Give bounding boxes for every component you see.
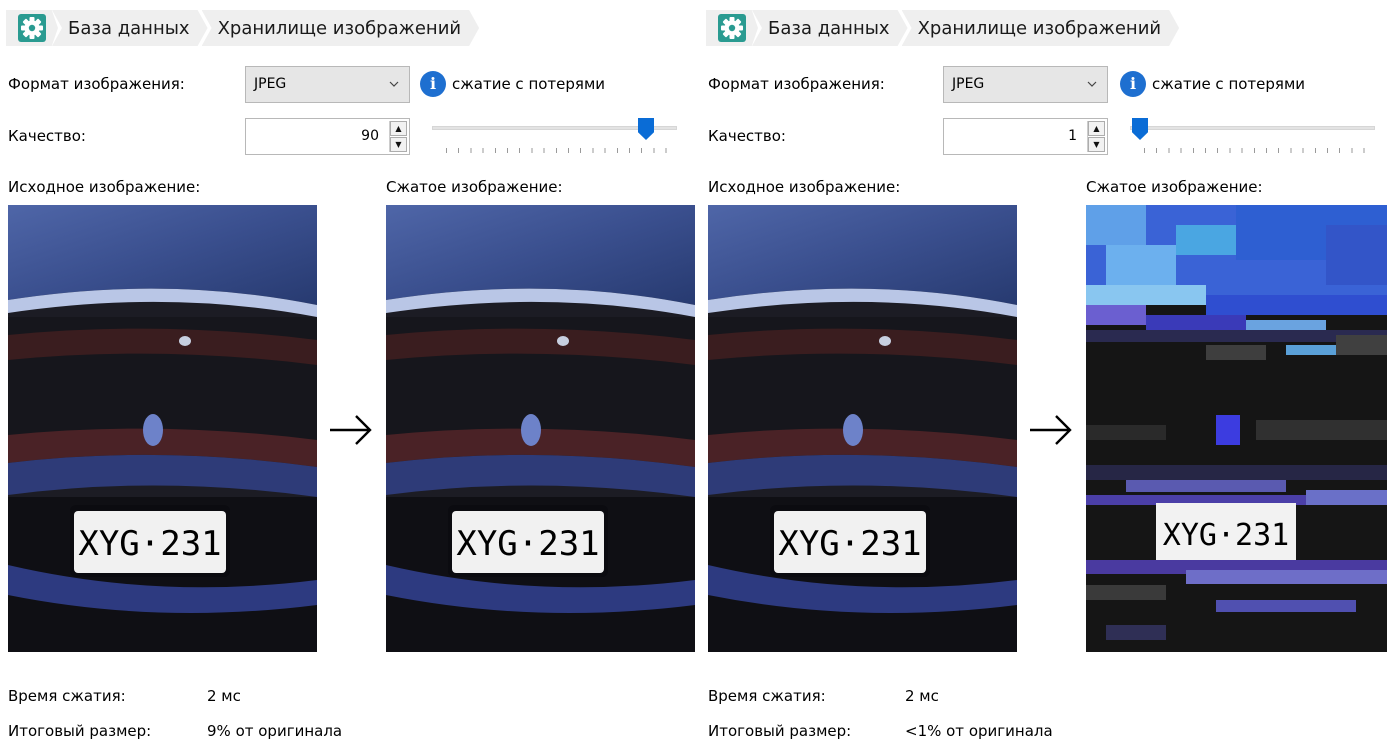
compression-time-value: 2 мс	[207, 687, 241, 705]
compression-time-label: Время сжатия:	[8, 687, 126, 705]
quality-slider[interactable]	[432, 118, 677, 158]
compression-time-value: 2 мс	[905, 687, 939, 705]
compressed-plate-text: XYG·231	[456, 524, 599, 564]
slider-thumb[interactable]	[638, 118, 654, 140]
quality-spinbox[interactable]: 1 ▲ ▼	[943, 118, 1108, 155]
format-select-value: JPEG	[952, 76, 985, 92]
result-size-label: Итоговый размер:	[708, 722, 852, 740]
result-size-label: Итоговый размер:	[8, 722, 152, 740]
breadcrumb-item-image-storage[interactable]: Хранилище изображений	[202, 10, 480, 46]
quality-slider[interactable]	[1130, 118, 1375, 158]
spin-down-button[interactable]: ▼	[1088, 137, 1105, 152]
slider-ticks	[1144, 148, 1367, 153]
quality-value: 90	[361, 128, 379, 144]
breadcrumb-home[interactable]	[6, 10, 58, 46]
breadcrumb-home[interactable]	[706, 10, 758, 46]
source-image: XYG·231	[708, 205, 1017, 652]
format-select[interactable]: JPEG	[943, 66, 1108, 103]
format-select-value: JPEG	[254, 76, 287, 92]
source-image-label: Исходное изображение:	[708, 178, 901, 196]
compressed-image-label: Сжатое изображение:	[1086, 178, 1263, 196]
breadcrumb-item-database[interactable]: База данных	[752, 10, 908, 46]
compression-panel-right: База данных Хранилище изображений Формат…	[700, 0, 1387, 744]
compressed-image-label: Сжатое изображение:	[386, 178, 563, 196]
slider-track	[1130, 126, 1375, 130]
quality-value: 1	[1068, 128, 1077, 144]
spin-up-button[interactable]: ▲	[390, 121, 407, 136]
breadcrumb-item-image-storage[interactable]: Хранилище изображений	[902, 10, 1180, 46]
arrow-right-icon	[330, 415, 372, 445]
breadcrumb-item-database[interactable]: База данных	[52, 10, 208, 46]
quality-spinbox[interactable]: 90 ▲ ▼	[245, 118, 410, 155]
compression-type-text: сжатие с потерями	[452, 75, 606, 93]
compression-type-text: сжатие с потерями	[1152, 75, 1306, 93]
arrow-right-icon	[1030, 415, 1072, 445]
source-image: XYG·231	[8, 205, 317, 652]
breadcrumb: База данных Хранилище изображений	[706, 10, 1179, 46]
compression-panel-left: База данных Хранилище изображений Формат…	[0, 0, 695, 744]
chevron-down-icon	[1087, 81, 1097, 87]
compressed-image: XYG·231	[1086, 205, 1387, 652]
gear-icon	[718, 14, 746, 42]
compressed-plate-text: XYG·231	[1163, 518, 1289, 553]
result-size-value: 9% от оригинала	[207, 722, 343, 740]
chevron-down-icon	[389, 81, 399, 87]
info-icon: i	[1120, 71, 1146, 97]
breadcrumb: База данных Хранилище изображений	[6, 10, 479, 46]
source-plate-text: XYG·231	[778, 524, 921, 564]
slider-ticks	[446, 148, 669, 153]
result-size-value: <1% от оригинала	[905, 722, 1053, 740]
compressed-image: XYG·231	[386, 205, 695, 652]
slider-thumb[interactable]	[1132, 118, 1148, 140]
spin-down-button[interactable]: ▼	[390, 137, 407, 152]
info-icon: i	[420, 71, 446, 97]
gear-icon	[18, 14, 46, 42]
format-label: Формат изображения:	[708, 75, 885, 93]
source-image-label: Исходное изображение:	[8, 178, 201, 196]
compression-time-label: Время сжатия:	[708, 687, 826, 705]
quality-label: Качество:	[8, 127, 86, 145]
source-plate-text: XYG·231	[78, 524, 221, 564]
quality-label: Качество:	[708, 127, 786, 145]
format-select[interactable]: JPEG	[245, 66, 410, 103]
spin-up-button[interactable]: ▲	[1088, 121, 1105, 136]
format-label: Формат изображения:	[8, 75, 185, 93]
